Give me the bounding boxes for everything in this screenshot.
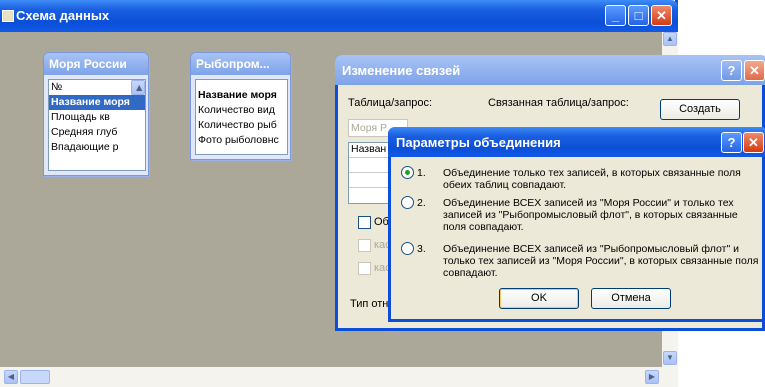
enforce-integrity-checkbox[interactable] xyxy=(358,216,371,229)
close-button[interactable]: ✕ xyxy=(651,5,672,26)
minimize-button[interactable]: _ xyxy=(605,5,626,26)
help-button[interactable]: ? xyxy=(721,60,742,81)
schema-window-icon xyxy=(2,10,14,22)
join-option-1-radio[interactable] xyxy=(401,166,414,179)
field-item-primary-key[interactable]: Название моря xyxy=(196,88,287,103)
schema-window-title: Схема данных xyxy=(16,8,110,23)
join-properties-dialog: Параметры объединения ? ✕ 1. Объединение… xyxy=(388,127,765,322)
join-option-3-radio[interactable] xyxy=(401,242,414,255)
table-field-list[interactable]: № Название моря Площадь кв Средняя глуб … xyxy=(48,79,146,171)
scroll-left-arrow[interactable]: ◀ xyxy=(4,370,18,384)
table-box-title[interactable]: Моря России xyxy=(44,53,148,75)
scroll-thumb[interactable] xyxy=(20,370,50,384)
table-box-title[interactable]: Рыбопром... xyxy=(191,53,290,75)
related-table-query-label: Связанная таблица/запрос: xyxy=(488,97,629,109)
join-option-2-number: 2. xyxy=(417,197,426,209)
cancel-button[interactable]: Отмена xyxy=(591,288,671,309)
enforce-integrity-label: Об xyxy=(374,216,389,228)
field-item-selected[interactable]: Название моря xyxy=(49,95,145,110)
close-button[interactable]: ✕ xyxy=(743,132,764,153)
join-option-2-label[interactable]: Объединение ВСЕХ записей из "Моря России… xyxy=(443,197,761,233)
workspace-horizontal-scrollbar[interactable]: ◀ ▶ xyxy=(0,367,678,387)
field-item[interactable]: Впадающие р xyxy=(49,140,145,155)
join-option-1-number: 1. xyxy=(417,167,426,179)
join-option-1-label[interactable]: Объединение только тех записей, в которы… xyxy=(443,167,761,191)
field-list-scrollbar[interactable]: ▲ ▼ xyxy=(131,80,145,95)
close-button[interactable]: ✕ xyxy=(744,60,765,81)
field-item[interactable]: Средняя глуб xyxy=(49,125,145,140)
cascade-update-checkbox[interactable] xyxy=(358,239,371,252)
join-option-3-label[interactable]: Объединение ВСЕХ записей из "Рыбопромысл… xyxy=(443,243,761,279)
ok-button[interactable]: OK xyxy=(499,288,579,309)
table-query-label: Таблица/запрос: xyxy=(348,97,433,109)
table-field-list[interactable]: Название моря Количество вид Количество … xyxy=(195,79,288,155)
field-item[interactable]: Количество рыб xyxy=(196,118,287,133)
join-option-2-radio[interactable] xyxy=(401,196,414,209)
field-item[interactable]: Площадь кв xyxy=(49,110,145,125)
cascade-delete-checkbox[interactable] xyxy=(358,262,371,275)
scroll-down-arrow[interactable]: ▼ xyxy=(663,351,677,365)
field-item[interactable]: Количество вид xyxy=(196,103,287,118)
maximize-button[interactable]: □ xyxy=(628,5,649,26)
scroll-right-arrow[interactable]: ▶ xyxy=(645,370,659,384)
help-button[interactable]: ? xyxy=(721,132,742,153)
table-box-fleet[interactable]: Рыбопром... Название моря Количество вид… xyxy=(190,52,291,160)
join-properties-title-bar[interactable]: Параметры объединения ? ✕ xyxy=(388,127,765,157)
create-button[interactable]: Создать xyxy=(660,99,740,120)
edit-relationships-title: Изменение связей xyxy=(342,63,461,78)
join-option-3-number: 3. xyxy=(417,243,426,255)
join-properties-title: Параметры объединения xyxy=(396,135,561,150)
scroll-up-arrow[interactable]: ▲ xyxy=(663,32,677,46)
relationship-type-label: Тип отн xyxy=(350,298,389,310)
edit-relationships-title-bar[interactable]: Изменение связей ? ✕ xyxy=(335,55,765,85)
field-item[interactable]: Фото рыболовнс xyxy=(196,133,287,148)
schema-title-bar[interactable]: Схема данных _ □ ✕ xyxy=(0,0,678,32)
scroll-up-arrow[interactable]: ▲ xyxy=(131,80,145,95)
table-box-seas[interactable]: Моря России № Название моря Площадь кв С… xyxy=(43,52,149,176)
